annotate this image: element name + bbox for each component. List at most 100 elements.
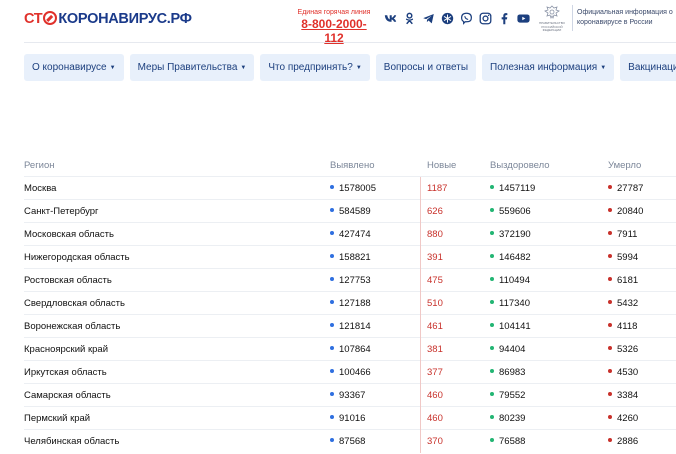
region-name: Нижегородская область (24, 251, 130, 263)
died-cell: 4260 (608, 413, 676, 424)
recovered-dot-icon (490, 414, 494, 419)
main-nav: О коронавирусе ▼ Меры Правительства ▼ Что … (24, 54, 676, 81)
recovered-value: 117340 (499, 297, 530, 309)
found-dot-icon (330, 345, 334, 350)
new-value: 1187 (427, 182, 448, 194)
regions-stats-table: Регион Выявлено Новые Выздоровело Умерло… (24, 154, 676, 453)
nav-item-label: Полезная информация (490, 62, 598, 73)
died-cell: 6181 (608, 275, 676, 286)
recovered-value: 1457119 (499, 182, 536, 194)
table-row: Самарская область 93367 460 79552 3384 (24, 383, 676, 407)
found-dot-icon (330, 184, 334, 189)
found-dot-icon (330, 437, 334, 442)
region-name: Свердловская область (24, 297, 125, 309)
nav-item-about-covid[interactable]: О коронавирусе ▼ (24, 54, 124, 81)
vk-icon[interactable] (384, 12, 397, 25)
found-value: 427474 (339, 228, 371, 240)
header-new: Новые (427, 159, 457, 171)
died-dot-icon (608, 345, 612, 350)
found-dot-icon (330, 253, 334, 258)
new-cell: 1187 (420, 176, 490, 200)
died-value: 4530 (617, 366, 639, 378)
died-dot-icon (608, 230, 612, 235)
died-cell: 2886 (608, 436, 676, 447)
table-row: Свердловская область 127188 510 117340 5432 (24, 291, 676, 315)
nav-item-government-measures[interactable]: Меры Правительства ▼ (129, 54, 255, 81)
facebook-icon[interactable] (498, 12, 511, 25)
hotline-number-link[interactable]: 8-800-2000-112 (292, 17, 376, 45)
new-cell: 377 (420, 360, 490, 384)
new-value: 461 (427, 320, 443, 332)
new-cell: 381 (420, 337, 490, 361)
died-dot-icon (608, 253, 612, 258)
new-value: 880 (427, 228, 443, 240)
recovered-value: 80239 (499, 412, 526, 424)
found-value: 121814 (339, 320, 371, 332)
found-value: 87568 (339, 435, 366, 447)
died-cell: 5432 (608, 298, 676, 309)
table-row: Иркутская область 100466 377 86983 4530 (24, 360, 676, 384)
table-row: Челябинская область 87568 370 76588 2886 (24, 429, 676, 453)
recovered-cell: 146482 (490, 252, 608, 263)
table-row: Нижегородская область 158821 391 146482 5994 (24, 245, 676, 269)
government-block[interactable]: ПРАВИТЕЛЬСТВО РОССИЙСКОЙ ФЕДЕРАЦИИ Офици… (536, 5, 676, 33)
recovered-dot-icon (490, 322, 494, 327)
died-value: 2886 (617, 435, 639, 447)
found-value: 91016 (339, 412, 366, 424)
found-cell: 427474 (330, 229, 420, 240)
new-separator (420, 199, 421, 223)
found-cell: 158821 (330, 252, 420, 263)
snowflake-icon[interactable] (441, 12, 454, 25)
hotline: Единая горячая линия 8-800-2000-112 (292, 8, 376, 45)
region-name: Красноярский край (24, 343, 108, 355)
recovered-dot-icon (490, 253, 494, 258)
recovered-value: 104141 (499, 320, 531, 332)
found-cell: 127188 (330, 298, 420, 309)
region-name: Московская область (24, 228, 114, 240)
died-dot-icon (608, 299, 612, 304)
found-dot-icon (330, 322, 334, 327)
odnoklassniki-icon[interactable] (403, 12, 416, 25)
nav-item-faq[interactable]: Вопросы и ответы (375, 54, 476, 81)
died-value: 4118 (617, 320, 638, 332)
found-value: 127188 (339, 297, 371, 309)
recovered-value: 110494 (499, 274, 530, 286)
found-cell: 127753 (330, 275, 420, 286)
found-dot-icon (330, 414, 334, 419)
gov-info-text: Официальная информация о коронавирусе в … (577, 9, 673, 26)
recovered-value: 94404 (499, 343, 526, 355)
died-cell: 5326 (608, 344, 676, 355)
nav-item-vaccination[interactable]: Вакцинация▼ (620, 54, 676, 81)
nav-item-label: Вакцинация (628, 62, 676, 73)
coat-of-arms-icon (544, 5, 560, 20)
new-cell: 461 (420, 314, 490, 338)
telegram-icon[interactable] (422, 12, 435, 25)
nav-item-what-to-do[interactable]: Что предпринять? ▼ (260, 54, 370, 81)
recovered-cell: 79552 (490, 390, 608, 401)
region-name: Москва (24, 182, 57, 194)
recovered-value: 76588 (499, 435, 526, 447)
found-dot-icon (330, 207, 334, 212)
new-value: 377 (427, 366, 443, 378)
region-name: Пермский край (24, 412, 91, 424)
nav-item-useful-info[interactable]: Полезная информация ▼ (482, 54, 615, 81)
instagram-icon[interactable] (479, 12, 492, 25)
new-cell: 475 (420, 268, 490, 292)
recovered-dot-icon (490, 391, 494, 396)
recovered-value: 559606 (499, 205, 531, 217)
table-header: Регион Выявлено Новые Выздоровело Умерло (24, 154, 676, 176)
found-cell: 100466 (330, 367, 420, 378)
viber-icon[interactable] (460, 12, 473, 25)
found-cell: 87568 (330, 436, 420, 447)
region-name: Санкт-Петербург (24, 205, 99, 217)
header-found: Выявлено (330, 159, 375, 171)
site-logo[interactable]: СТ КОРОНАВИРУС.РФ (24, 10, 192, 28)
new-separator (420, 383, 421, 407)
table-row: Московская область 427474 880 372190 7911 (24, 222, 676, 246)
table-row: Санкт-Петербург 584589 626 559606 20840 (24, 199, 676, 223)
died-cell: 4530 (608, 367, 676, 378)
recovered-value: 372190 (499, 228, 531, 240)
youtube-icon[interactable] (517, 12, 530, 25)
new-separator (420, 291, 421, 315)
died-value: 27787 (617, 182, 644, 194)
